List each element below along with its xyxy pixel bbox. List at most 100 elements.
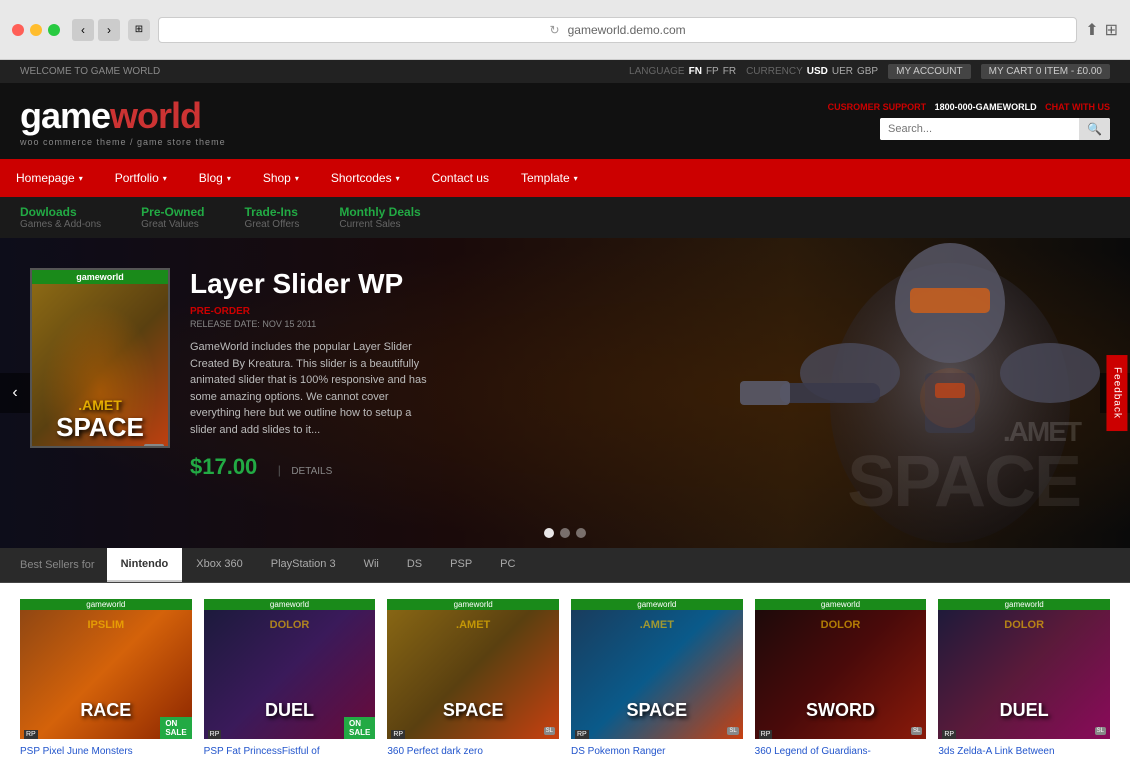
slider-dot-2[interactable] [560,528,570,538]
product-cover-art-1: gameworld IPSLIM RACE RP ONSALE [20,599,192,739]
product-title-6: 3ds Zelda-A Link Between [938,745,1110,758]
product-brand-3: gameworld [387,599,559,610]
chat-link[interactable]: CHAT WITH US [1045,102,1110,112]
cover-main-text-6: dolor [938,619,1110,631]
browser-action-buttons: ⬆ ⊞ [1085,20,1118,40]
currency-usd[interactable]: USD [807,66,828,77]
product-title-5: 360 Legend of Guardians- [755,745,927,758]
hero-pricing: $17.00 | DETAILS [190,454,1100,480]
feedback-tab[interactable]: Feedback [1107,355,1128,431]
nav-portfolio[interactable]: Portfolio ▾ [99,159,183,197]
bs-tab-nintendo[interactable]: Nintendo [107,548,183,582]
tabs-btn[interactable]: ⊞ [128,19,150,41]
header-right: CUSROMER SUPPORT 1800-000-GAMEWORLD CHAT… [828,102,1110,140]
product-card-6[interactable]: gameworld dolor DUEL RP SL 3ds Zelda-A L… [938,599,1110,758]
address-bar[interactable]: ↻ gameworld.demo.com [158,17,1077,43]
cover-title-5: SWORD [755,701,927,719]
product-image-1: gameworld IPSLIM RACE RP ONSALE [20,599,192,739]
hero-details-link[interactable]: DETAILS [291,466,332,477]
product-brand-4: gameworld [571,599,743,610]
bs-tab-wii[interactable]: Wii [350,548,393,582]
window-controls [12,24,60,36]
slider-prev-btn[interactable]: ‹ [0,373,30,413]
bs-tab-ps3[interactable]: PlayStation 3 [257,548,350,582]
cart-btn[interactable]: MY CART 0 ITEM - £0.00 [981,64,1110,79]
search-button[interactable]: 🔍 [1079,118,1110,140]
hero-date: RELEASE DATE: NOV 15 2011 [190,319,1100,329]
lang-fp[interactable]: FP [706,66,719,77]
product-image-5: gameworld dolor SWORD RP SL [755,599,927,739]
search-input[interactable] [880,118,1079,140]
nav-shop[interactable]: Shop ▾ [247,159,315,197]
slider-dot-1[interactable] [544,528,554,538]
cover-main-text-2: dolor [204,619,376,631]
product-brand-1: gameworld [20,599,192,610]
product-title-4: DS Pokemon Ranger [571,745,743,758]
site-header: gameworld woo commerce theme / game stor… [0,83,1130,159]
sub-navigation: Dowloads Games & Add-ons Pre-Owned Great… [0,197,1130,238]
support-phone: 1800-000-GAMEWORLD [935,102,1037,112]
product-title-3: 360 Perfect dark zero [387,745,559,758]
share-btn[interactable]: ⬆ [1085,20,1098,40]
product-image-3: gameworld .amet SPACE RP SL [387,599,559,739]
site-logo[interactable]: gameworld woo commerce theme / game stor… [20,95,226,147]
hero-price: $17.00 [190,454,257,480]
hero-game-cover: gameworld .amet SPACE RP SL [30,268,170,448]
forward-btn[interactable]: › [98,19,120,41]
add-tab-btn[interactable]: ⊞ [1105,20,1118,40]
close-window-btn[interactable] [12,24,24,36]
product-card-1[interactable]: gameworld IPSLIM RACE RP ONSALE PSP Pixe… [20,599,192,758]
nav-template[interactable]: Template ▾ [505,159,594,197]
chevron-down-icon: ▾ [227,174,231,183]
currency-uer[interactable]: UER [832,66,853,77]
chevron-down-icon: ▾ [163,174,167,183]
website-container: WELCOME TO GAME WORLD LANGUAGE FN FP FR … [0,60,1130,771]
language-label: LANGUAGE [629,66,685,77]
chevron-down-icon: ▾ [396,174,400,183]
subnav-preowned[interactable]: Pre-Owned Great Values [121,197,224,238]
cover-main-text-3: .amet [387,619,559,631]
lang-fn[interactable]: FN [689,66,702,77]
best-sellers-tabs: Best Sellers for Nintendo Xbox 360 PlayS… [0,548,1130,583]
bs-tab-ds[interactable]: DS [393,548,436,582]
cover-rating: RP [36,447,50,448]
product-card-4[interactable]: gameworld .amet SPACE RP SL DS Pokemon R… [571,599,743,758]
subnav-monthly-deals[interactable]: Monthly Deals Current Sales [319,197,440,238]
bs-tab-xbox360[interactable]: Xbox 360 [182,548,256,582]
logo-tagline: woo commerce theme / game store theme [20,137,226,147]
currency-section: CURRENCY USD UER GBP [746,66,878,77]
product-cover-art-2: gameworld dolor DUEL RP ONSALE [204,599,376,739]
nav-blog[interactable]: Blog ▾ [183,159,247,197]
subnav-tradeins[interactable]: Trade-Ins Great Offers [225,197,320,238]
product-card-2[interactable]: gameworld dolor DUEL RP ONSALE PSP Fat P… [204,599,376,758]
address-text: gameworld.demo.com [568,23,686,37]
nav-contact[interactable]: Contact us [416,159,505,197]
product-card-5[interactable]: gameworld dolor SWORD RP SL 360 Legend o… [755,599,927,758]
top-bar: WELCOME TO GAME WORLD LANGUAGE FN FP FR … [0,60,1130,83]
product-brand-5: gameworld [755,599,927,610]
cover-main-text-5: dolor [755,619,927,631]
customer-support: CUSROMER SUPPORT 1800-000-GAMEWORLD CHAT… [828,102,1110,112]
nav-homepage[interactable]: Homepage ▾ [0,159,99,197]
chevron-down-icon: ▾ [79,174,83,183]
back-btn[interactable]: ‹ [72,19,94,41]
cover-title-4: SPACE [571,701,743,719]
slider-dot-3[interactable] [576,528,586,538]
product-image-4: gameworld .amet SPACE RP SL [571,599,743,739]
cover-main-text-4: .amet [571,619,743,631]
chevron-down-icon: ▾ [574,174,578,183]
currency-gbp[interactable]: GBP [857,66,878,77]
subnav-downloads[interactable]: Dowloads Games & Add-ons [0,197,121,238]
product-card-3[interactable]: gameworld .amet SPACE RP SL 360 Perfect … [387,599,559,758]
maximize-window-btn[interactable] [48,24,60,36]
bs-tab-pc[interactable]: PC [486,548,529,582]
lang-fr[interactable]: FR [723,66,736,77]
bs-tab-psp[interactable]: PSP [436,548,486,582]
product-cover-art-3: gameworld .amet SPACE RP SL [387,599,559,739]
my-account-btn[interactable]: MY ACCOUNT [888,64,971,79]
minimize-window-btn[interactable] [30,24,42,36]
top-bar-right: LANGUAGE FN FP FR CURRENCY USD UER GBP M… [629,64,1110,79]
nav-shortcodes[interactable]: Shortcodes ▾ [315,159,416,197]
slider-dots [544,528,586,538]
cover-main-text-1: IPSLIM [20,619,192,631]
